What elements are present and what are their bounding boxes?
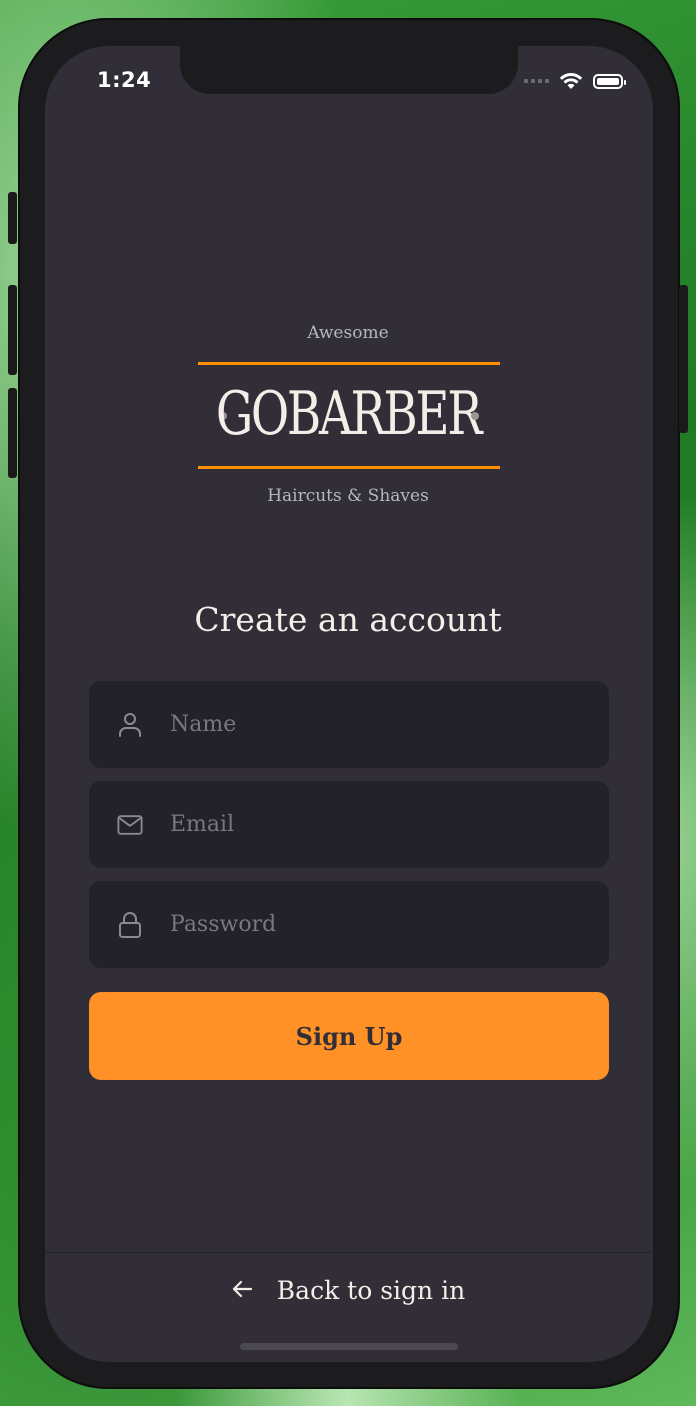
sign-up-button[interactable]: Sign Up xyxy=(89,992,609,1080)
email-field[interactable] xyxy=(89,781,609,868)
power-button xyxy=(679,285,688,433)
password-input[interactable] xyxy=(168,911,572,938)
battery-icon xyxy=(593,73,626,89)
logo-divider-bottom xyxy=(198,466,500,469)
logo-tagline-top: Awesome xyxy=(307,323,389,343)
password-field[interactable] xyxy=(89,881,609,968)
signal-icon xyxy=(524,79,549,83)
logo-tagline-bottom: Haircuts & Shaves xyxy=(267,486,429,506)
mute-switch xyxy=(8,192,17,244)
back-to-sign-in-link[interactable]: Back to sign in xyxy=(0,1276,696,1305)
home-indicator[interactable] xyxy=(240,1343,458,1350)
page-title: Create an account xyxy=(194,600,502,639)
email-input[interactable] xyxy=(168,811,572,838)
notch xyxy=(180,46,518,94)
mail-icon xyxy=(117,812,143,838)
logo-brand: GOBARBER xyxy=(215,379,483,449)
user-icon xyxy=(117,712,143,738)
status-icons xyxy=(524,72,626,90)
volume-down-button xyxy=(8,388,17,478)
logo-divider-top xyxy=(198,362,500,365)
wifi-icon xyxy=(559,73,583,89)
lock-icon xyxy=(117,911,143,938)
name-field[interactable] xyxy=(89,681,609,768)
footer-divider xyxy=(45,1252,653,1253)
arrow-left-icon xyxy=(231,1276,253,1305)
name-input[interactable] xyxy=(168,711,572,738)
status-time: 1:24 xyxy=(97,68,152,92)
back-to-sign-in-label: Back to sign in xyxy=(276,1276,466,1305)
logo-dot-right xyxy=(471,412,479,420)
